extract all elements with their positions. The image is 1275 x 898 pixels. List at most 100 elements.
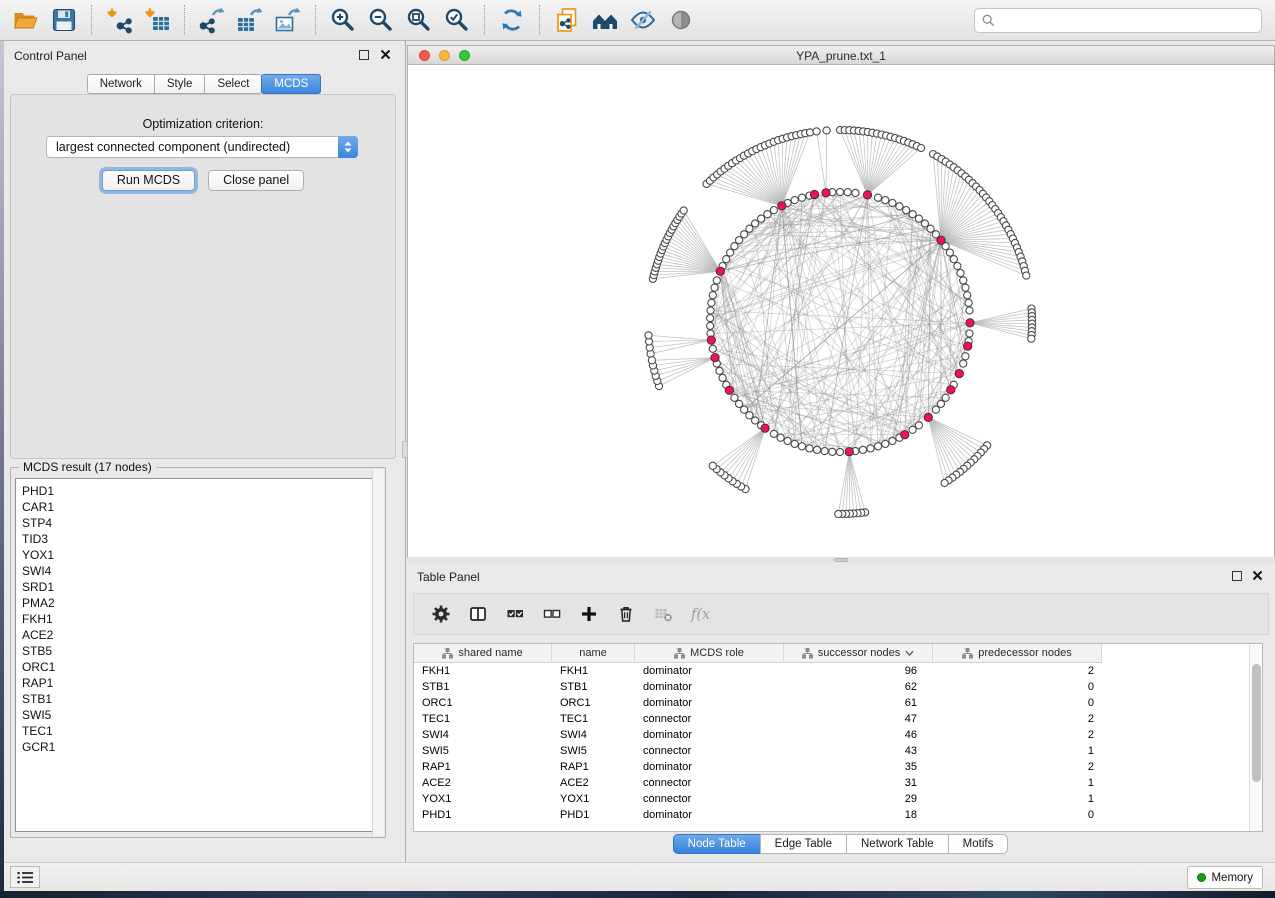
tab-network-table[interactable]: Network Table [846,834,949,854]
mcds-hub-node[interactable] [822,189,830,197]
float-table-panel-icon[interactable] [1232,571,1242,581]
table-cell[interactable]: 0 [933,679,1102,695]
table-cell[interactable]: FKH1 [414,663,552,679]
network-node[interactable] [950,256,957,263]
save-session-button[interactable] [48,4,80,36]
table-cell[interactable]: 18 [784,807,933,823]
task-history-button[interactable] [10,866,40,888]
table-cell[interactable]: STB1 [552,679,635,695]
network-node[interactable] [836,448,843,455]
table-row[interactable]: ACE2ACE2connector311 [414,775,1262,791]
mcds-result-item[interactable]: STB5 [16,643,379,659]
network-node[interactable] [964,292,971,299]
table-cell[interactable]: dominator [635,759,784,775]
leaf-node[interactable] [645,332,652,339]
network-node[interactable] [813,446,820,453]
table-cell[interactable]: 1 [933,775,1102,791]
network-node[interactable] [960,360,967,367]
table-cell[interactable]: dominator [635,727,784,743]
network-node[interactable] [852,189,859,196]
mcds-result-item[interactable]: TEC1 [16,723,379,739]
select-all-rows-button[interactable] [504,603,526,625]
export-table-button[interactable] [234,4,266,36]
import-table-button[interactable] [141,4,173,36]
close-panel-icon[interactable] [380,49,391,60]
network-node[interactable] [829,448,836,455]
mcds-result-item[interactable]: STB1 [16,691,379,707]
tab-style[interactable]: Style [154,74,206,94]
mcds-result-item[interactable]: GCR1 [16,739,379,755]
network-node[interactable] [836,188,843,195]
network-node[interactable] [844,189,851,196]
mcds-result-item[interactable]: SRD1 [16,579,379,595]
table-cell[interactable]: connector [635,791,784,807]
table-cell[interactable]: 96 [784,663,933,679]
table-row[interactable]: SWI5SWI5connector431 [414,743,1262,759]
network-node[interactable] [798,194,805,201]
float-panel-icon[interactable] [359,50,369,60]
network-node[interactable] [915,215,922,222]
mcds-hub-node[interactable] [901,431,909,439]
network-node[interactable] [752,417,759,424]
duplicate-network-button[interactable] [551,4,583,36]
network-node[interactable] [707,322,714,329]
leaf-node[interactable] [709,462,716,469]
table-cell[interactable]: 1 [933,743,1102,759]
network-node[interactable] [915,422,922,429]
column-header-successor-nodes[interactable]: successor nodes [784,644,933,663]
close-panel-button[interactable]: Close panel [208,170,304,191]
horizontal-splitter-grip[interactable] [834,558,848,562]
hide-selected-button[interactable] [627,4,659,36]
table-cell[interactable]: TEC1 [414,711,552,727]
table-row[interactable]: TEC1TEC1connector472 [414,711,1262,727]
column-header-name[interactable]: name [552,644,635,663]
table-cell[interactable]: RAP1 [552,759,635,775]
tab-node-table[interactable]: Node Table [673,834,761,854]
table-row[interactable]: RAP1RAP1dominator352 [414,759,1262,775]
network-node[interactable] [946,249,953,256]
tab-motifs[interactable]: Motifs [948,834,1009,854]
network-window-titlebar[interactable]: YPA_prune.txt_1 [408,46,1274,65]
network-node[interactable] [932,406,939,413]
mcds-hub-node[interactable] [761,424,769,432]
mcds-result-item[interactable]: STP4 [16,515,379,531]
network-node[interactable] [731,243,738,250]
memory-button[interactable]: Memory [1187,866,1263,889]
table-cell[interactable]: PHD1 [414,807,552,823]
column-header-MCDS-role[interactable]: MCDS role [635,644,784,663]
network-node[interactable] [784,437,791,444]
mcds-result-item[interactable]: CAR1 [16,499,379,515]
table-cell[interactable]: dominator [635,663,784,679]
table-settings-gear-button[interactable] [430,603,452,625]
mcds-hub-node[interactable] [725,386,733,394]
table-cell[interactable]: ORC1 [552,695,635,711]
table-cell[interactable]: ACE2 [552,775,635,791]
zoom-fit-button[interactable] [403,4,435,36]
mcds-hub-node[interactable] [966,319,974,327]
network-node[interactable] [954,263,961,270]
mcds-result-item[interactable]: SWI5 [16,707,379,723]
network-node[interactable] [777,434,784,441]
leaf-node[interactable] [835,510,842,517]
network-node[interactable] [707,315,714,322]
table-cell[interactable]: 47 [784,711,933,727]
zoom-selected-button[interactable] [441,4,473,36]
network-node[interactable] [770,430,777,437]
table-cell[interactable]: dominator [635,679,784,695]
table-cell[interactable]: connector [635,775,784,791]
table-cell[interactable]: FKH1 [552,663,635,679]
table-row[interactable]: ORC1ORC1dominator610 [414,695,1262,711]
mcds-hub-node[interactable] [711,353,719,361]
table-cell[interactable]: YOX1 [414,791,552,807]
network-node[interactable] [874,443,881,450]
table-cell[interactable]: connector [635,743,784,759]
table-cell[interactable]: SWI4 [414,727,552,743]
leaf-node[interactable] [806,129,813,136]
network-node[interactable] [962,353,969,360]
mcds-hub-node[interactable] [810,190,818,198]
network-node[interactable] [764,211,771,218]
mcds-hub-node[interactable] [937,236,945,244]
network-node[interactable] [909,426,916,433]
tab-edge-table[interactable]: Edge Table [760,834,847,854]
network-node[interactable] [896,203,903,210]
